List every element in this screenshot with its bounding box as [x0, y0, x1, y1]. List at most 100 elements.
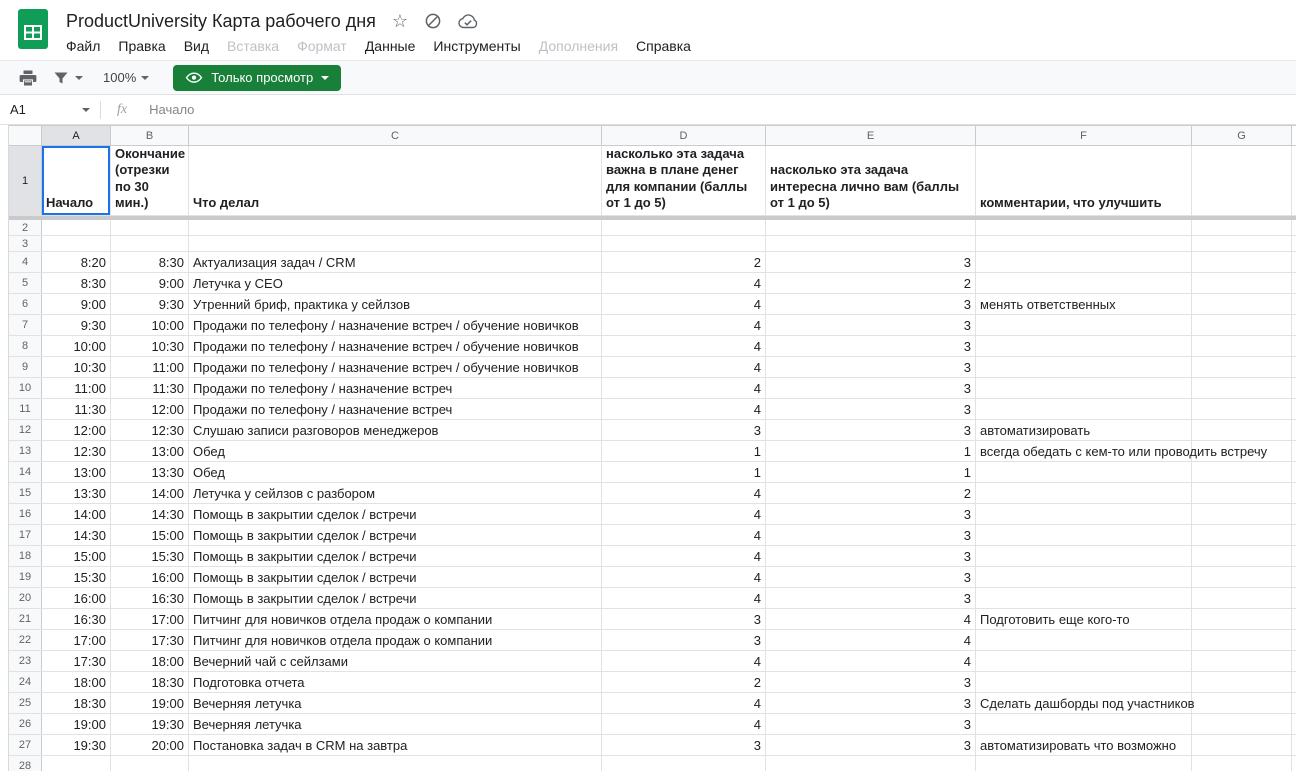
cell-D14[interactable]: 1 — [602, 462, 766, 482]
cell-G17[interactable] — [1192, 525, 1292, 545]
cell-A27[interactable]: 19:30 — [42, 735, 111, 755]
cell-G23[interactable] — [1192, 651, 1292, 671]
row-header-25[interactable]: 25 — [9, 693, 42, 713]
row-header-23[interactable]: 23 — [9, 651, 42, 671]
cell-F21[interactable]: Подготовить еще кого-то — [976, 609, 1192, 629]
cell-G12[interactable] — [1192, 420, 1292, 440]
cell-C28[interactable] — [189, 756, 602, 771]
cell-C11[interactable]: Продажи по телефону / назначение встреч — [189, 399, 602, 419]
cell-F20[interactable] — [976, 588, 1192, 608]
row-header-3[interactable]: 3 — [9, 236, 42, 251]
column-header-f[interactable]: F — [976, 126, 1192, 145]
cell-E20[interactable]: 3 — [766, 588, 976, 608]
cell-A24[interactable]: 18:00 — [42, 672, 111, 692]
column-header-d[interactable]: D — [602, 126, 766, 145]
cell-G1[interactable] — [1192, 146, 1292, 215]
row-header-9[interactable]: 9 — [9, 357, 42, 377]
cell-A26[interactable]: 19:00 — [42, 714, 111, 734]
cell-F5[interactable] — [976, 273, 1192, 293]
cell-G3[interactable] — [1192, 236, 1292, 251]
cell-C25[interactable]: Вечерняя летучка — [189, 693, 602, 713]
row-header-24[interactable]: 24 — [9, 672, 42, 692]
cell-D15[interactable]: 4 — [602, 483, 766, 503]
row-header-17[interactable]: 17 — [9, 525, 42, 545]
menu-help[interactable]: Справка — [627, 36, 700, 56]
row-header-6[interactable]: 6 — [9, 294, 42, 314]
row-header-12[interactable]: 12 — [9, 420, 42, 440]
cell-B25[interactable]: 19:00 — [111, 693, 189, 713]
cell-E27[interactable]: 3 — [766, 735, 976, 755]
cell-D23[interactable]: 4 — [602, 651, 766, 671]
filter-views-control[interactable] — [52, 64, 83, 92]
cell-E19[interactable]: 3 — [766, 567, 976, 587]
cell-D18[interactable]: 4 — [602, 546, 766, 566]
cell-G5[interactable] — [1192, 273, 1292, 293]
cell-D3[interactable] — [602, 236, 766, 251]
cell-C18[interactable]: Помощь в закрытии сделок / встречи — [189, 546, 602, 566]
cell-F16[interactable] — [976, 504, 1192, 524]
cell-C5[interactable]: Летучка у CEO — [189, 273, 602, 293]
cell-G27[interactable] — [1192, 735, 1292, 755]
cell-E23[interactable]: 4 — [766, 651, 976, 671]
cell-C27[interactable]: Постановка задач в CRM на завтра — [189, 735, 602, 755]
cell-A19[interactable]: 15:30 — [42, 567, 111, 587]
row-header-18[interactable]: 18 — [9, 546, 42, 566]
cell-E13[interactable]: 1 — [766, 441, 976, 461]
cell-F19[interactable] — [976, 567, 1192, 587]
cell-E22[interactable]: 4 — [766, 630, 976, 650]
cell-B26[interactable]: 19:30 — [111, 714, 189, 734]
cell-B27[interactable]: 20:00 — [111, 735, 189, 755]
cell-C10[interactable]: Продажи по телефону / назначение встреч — [189, 378, 602, 398]
cell-E2[interactable] — [766, 220, 976, 235]
cell-B1[interactable]: Окончание (отрезки по 30 мин.) — [111, 146, 189, 215]
cell-B11[interactable]: 12:00 — [111, 399, 189, 419]
cell-name-box[interactable]: A1 — [0, 95, 100, 124]
row-header-7[interactable]: 7 — [9, 315, 42, 335]
offline-status-icon[interactable] — [424, 12, 442, 30]
cell-B8[interactable]: 10:30 — [111, 336, 189, 356]
cell-A22[interactable]: 17:00 — [42, 630, 111, 650]
cell-C6[interactable]: Утренний бриф, практика у сейлзов — [189, 294, 602, 314]
cell-C3[interactable] — [189, 236, 602, 251]
cell-A5[interactable]: 8:30 — [42, 273, 111, 293]
row-header-8[interactable]: 8 — [9, 336, 42, 356]
cell-D13[interactable]: 1 — [602, 441, 766, 461]
cell-B20[interactable]: 16:30 — [111, 588, 189, 608]
row-header-16[interactable]: 16 — [9, 504, 42, 524]
cell-E9[interactable]: 3 — [766, 357, 976, 377]
row-header-13[interactable]: 13 — [9, 441, 42, 461]
menu-data[interactable]: Данные — [356, 36, 425, 56]
row-header-28[interactable]: 28 — [9, 756, 42, 771]
view-only-button[interactable]: Только просмотр — [173, 64, 342, 91]
cell-E14[interactable]: 1 — [766, 462, 976, 482]
cell-E8[interactable]: 3 — [766, 336, 976, 356]
cell-E16[interactable]: 3 — [766, 504, 976, 524]
cell-B6[interactable]: 9:30 — [111, 294, 189, 314]
row-header-26[interactable]: 26 — [9, 714, 42, 734]
cell-D28[interactable] — [602, 756, 766, 771]
row-header-4[interactable]: 4 — [9, 252, 42, 272]
cell-C21[interactable]: Питчинг для новичков отдела продаж о ком… — [189, 609, 602, 629]
cell-C1[interactable]: Что делал — [189, 146, 602, 215]
menu-edit[interactable]: Правка — [109, 36, 174, 56]
zoom-control[interactable]: 100% — [103, 70, 150, 85]
cell-F11[interactable] — [976, 399, 1192, 419]
row-header-11[interactable]: 11 — [9, 399, 42, 419]
select-all-corner[interactable] — [9, 126, 42, 145]
column-header-g[interactable]: G — [1192, 126, 1292, 145]
cell-G19[interactable] — [1192, 567, 1292, 587]
cell-C22[interactable]: Питчинг для новичков отдела продаж о ком… — [189, 630, 602, 650]
cell-A10[interactable]: 11:00 — [42, 378, 111, 398]
cell-E15[interactable]: 2 — [766, 483, 976, 503]
cell-B22[interactable]: 17:30 — [111, 630, 189, 650]
cell-E12[interactable]: 3 — [766, 420, 976, 440]
row-header-5[interactable]: 5 — [9, 273, 42, 293]
cell-A7[interactable]: 9:30 — [42, 315, 111, 335]
cell-G18[interactable] — [1192, 546, 1292, 566]
cell-G22[interactable] — [1192, 630, 1292, 650]
cell-C7[interactable]: Продажи по телефону / назначение встреч … — [189, 315, 602, 335]
cell-G9[interactable] — [1192, 357, 1292, 377]
cell-F23[interactable] — [976, 651, 1192, 671]
sheets-logo-icon[interactable] — [18, 9, 48, 49]
cell-A12[interactable]: 12:00 — [42, 420, 111, 440]
